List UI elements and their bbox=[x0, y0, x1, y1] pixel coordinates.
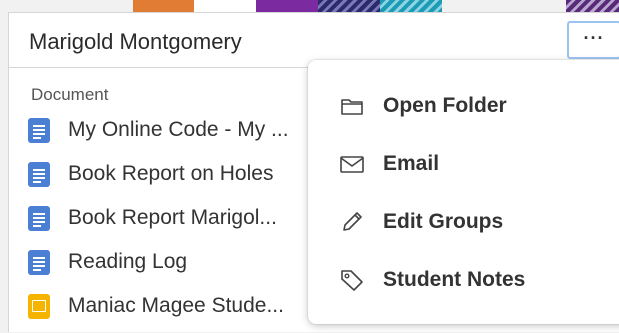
document-title: Book Report Marigol... bbox=[68, 206, 277, 229]
menu-item-label: Edit Groups bbox=[383, 210, 504, 233]
document-item[interactable]: Reading Log bbox=[28, 245, 328, 289]
menu-item-edit-groups[interactable]: Edit Groups bbox=[308, 197, 619, 245]
menu-item-label: Email bbox=[383, 152, 440, 175]
tag-icon bbox=[341, 270, 363, 291]
menu-item-open-folder[interactable]: Open Folder bbox=[308, 81, 619, 129]
color-strip-segment bbox=[256, 0, 318, 12]
more-options-button[interactable]: ··· bbox=[567, 21, 619, 59]
color-strip-segment bbox=[318, 0, 380, 12]
student-name: Marigold Montgomery bbox=[29, 29, 242, 54]
menu-item-student-notes[interactable]: Student Notes bbox=[308, 255, 619, 303]
google-docs-icon bbox=[28, 206, 50, 231]
google-docs-icon bbox=[28, 250, 50, 275]
pencil-icon bbox=[343, 212, 362, 231]
document-title: Book Report on Holes bbox=[68, 162, 274, 185]
folder-icon bbox=[341, 99, 363, 115]
color-strip-segment bbox=[566, 0, 619, 12]
document-section-label: Document bbox=[31, 85, 109, 104]
document-item[interactable]: My Online Code - My ... bbox=[28, 113, 328, 157]
color-strip-segment bbox=[133, 0, 194, 12]
menu-item-label: Student Notes bbox=[383, 268, 526, 291]
google-docs-icon bbox=[28, 118, 50, 143]
document-list: My Online Code - My ... Book Report on H… bbox=[28, 113, 328, 333]
google-docs-icon bbox=[28, 162, 50, 187]
document-item[interactable]: Maniac Magee Stude... bbox=[28, 289, 328, 333]
color-strip-segment bbox=[194, 0, 256, 12]
document-title: Maniac Magee Stude... bbox=[68, 294, 284, 317]
document-title: My Online Code - My ... bbox=[68, 118, 289, 141]
google-slides-icon bbox=[28, 294, 50, 319]
document-title: Reading Log bbox=[68, 250, 188, 273]
envelope-icon bbox=[340, 156, 364, 173]
color-strip bbox=[0, 0, 619, 12]
document-item[interactable]: Book Report on Holes bbox=[28, 157, 328, 201]
color-strip-segment bbox=[380, 0, 442, 12]
document-item[interactable]: Book Report Marigol... bbox=[28, 201, 328, 245]
menu-item-email[interactable]: Email bbox=[308, 139, 619, 187]
options-menu: Open Folder Email Edit Groups Student No… bbox=[308, 60, 619, 324]
menu-item-label: Open Folder bbox=[383, 94, 507, 117]
